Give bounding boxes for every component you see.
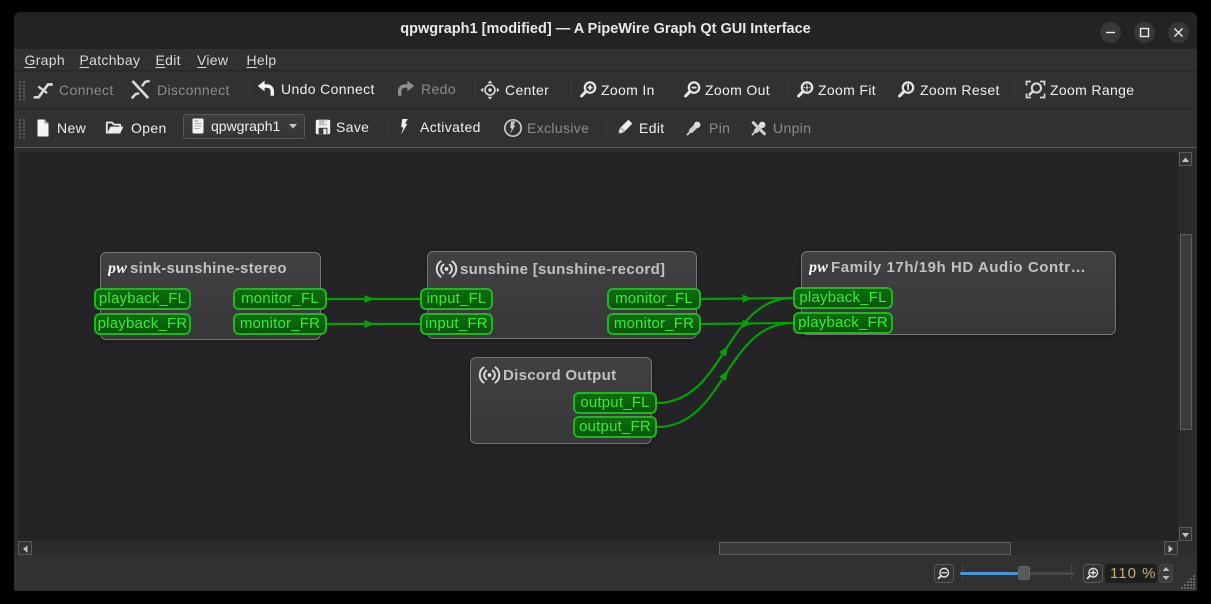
svg-text:pw: pw (809, 260, 828, 275)
svg-text:pw: pw (108, 261, 127, 276)
